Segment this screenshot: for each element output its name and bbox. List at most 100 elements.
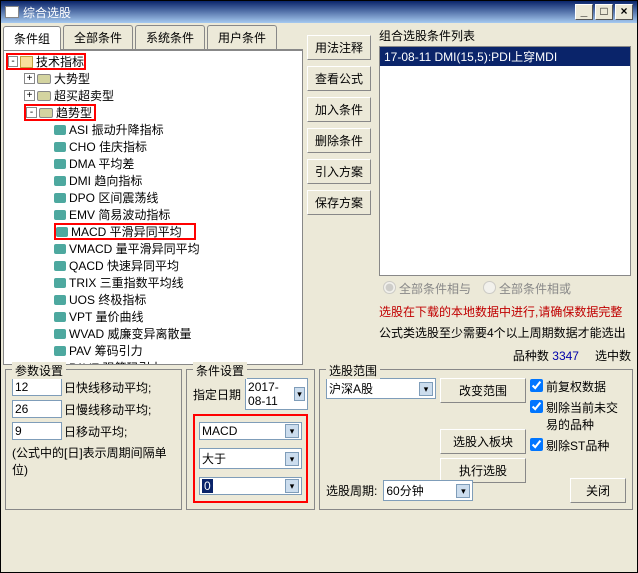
- radio-and[interactable]: 全部条件相与: [383, 280, 471, 297]
- condition-list-item[interactable]: 17-08-11 DMI(15,5):PDI上穿MDI: [380, 47, 630, 66]
- tree-leaf-dpo[interactable]: DPO 区间震荡线: [6, 189, 300, 206]
- value-select[interactable]: 0▾: [199, 477, 302, 495]
- radio-or[interactable]: 全部条件相或: [483, 280, 571, 297]
- collapse-icon[interactable]: -: [26, 107, 37, 118]
- minimize-button[interactable]: _: [575, 4, 593, 20]
- tab-condition-group[interactable]: 条件组: [3, 26, 61, 50]
- folder-icon: [20, 56, 33, 68]
- market-select[interactable]: 沪深A股▾: [326, 378, 436, 399]
- leaf-icon: [54, 244, 66, 254]
- range-group: 选股范围 沪深A股▾ 改变范围 选股入板块 执行选股 前复权数据 剔除当前未交易…: [319, 369, 633, 510]
- leaf-icon: [54, 176, 66, 186]
- tab-bar: 条件组 全部条件 系统条件 用户条件: [3, 25, 303, 50]
- leaf-icon: [54, 278, 66, 288]
- close-dialog-button[interactable]: 关闭: [570, 478, 626, 503]
- tab-system-conditions[interactable]: 系统条件: [135, 25, 205, 49]
- cycle-label: 选股周期:: [326, 482, 377, 499]
- param-input[interactable]: [12, 422, 62, 440]
- leaf-icon: [56, 227, 68, 237]
- indicator-tree[interactable]: - 技术指标 +大势型 +超买超卖型 -趋势型 ASI 振动升降指标CHO 佳庆…: [3, 50, 303, 365]
- formula-note: 公式类选股至少需要4个以上周期数据才能选出: [379, 322, 631, 343]
- cond-title: 条件设置: [193, 362, 247, 379]
- leaf-icon: [54, 142, 66, 152]
- tree-leaf-dmi[interactable]: DMI 趋向指标: [6, 172, 300, 189]
- date-picker[interactable]: 2017-08-11▾: [245, 378, 308, 410]
- tree-leaf-wvad[interactable]: WVAD 威廉变异离散量: [6, 325, 300, 342]
- right-pane: 组合选股条件列表 17-08-11 DMI(15,5):PDI上穿MDI 全部条…: [375, 25, 635, 365]
- condition-list-title: 组合选股条件列表: [379, 27, 631, 44]
- tree-leaf-vpt[interactable]: VPT 量价曲线: [6, 308, 300, 325]
- operator-select[interactable]: 大于▾: [199, 448, 302, 469]
- date-label: 指定日期: [193, 386, 241, 403]
- left-pane: 条件组 全部条件 系统条件 用户条件 - 技术指标 +大势型 +超买超卖型: [3, 25, 303, 365]
- param-label: 日慢线移动平均;: [64, 401, 151, 418]
- condition-list[interactable]: 17-08-11 DMI(15,5):PDI上穿MDI: [379, 46, 631, 276]
- condition-settings-group: 条件设置 指定日期 2017-08-11▾ MACD▾ 大于▾ 0▾: [186, 369, 315, 510]
- tree-group[interactable]: +超买超卖型: [6, 87, 300, 104]
- cycle-select[interactable]: 60分钟▾: [383, 480, 473, 501]
- selected-count-label: 选中数: [595, 347, 631, 364]
- chevron-down-icon: ▾: [419, 382, 433, 396]
- tree-leaf-trix[interactable]: TRIX 三重指数平均线: [6, 274, 300, 291]
- param-input[interactable]: [12, 400, 62, 418]
- chevron-down-icon: ▾: [285, 479, 299, 493]
- variety-count-value: 3347: [552, 349, 579, 363]
- tree-leaf-vmacd[interactable]: VMACD 量平滑异同平均: [6, 240, 300, 257]
- tree-root-label: 技术指标: [36, 53, 84, 70]
- usage-button[interactable]: 用法注释: [307, 35, 371, 60]
- chevron-down-icon: ▾: [285, 424, 299, 438]
- leaf-icon: [54, 210, 66, 220]
- key-icon: [39, 108, 53, 118]
- change-range-button[interactable]: 改变范围: [440, 378, 526, 403]
- tree-group-trend[interactable]: -趋势型: [24, 104, 96, 121]
- titlebar: 综合选股 _ □ ×: [1, 1, 637, 23]
- delete-condition-button[interactable]: 删除条件: [307, 128, 371, 153]
- expand-icon[interactable]: +: [24, 73, 35, 84]
- chk-adjust[interactable]: 前复权数据: [530, 378, 626, 395]
- chevron-down-icon: ▾: [456, 484, 470, 498]
- import-plan-button[interactable]: 引入方案: [307, 159, 371, 184]
- expand-icon[interactable]: +: [24, 90, 35, 101]
- window-title: 综合选股: [23, 4, 71, 21]
- tab-user-conditions[interactable]: 用户条件: [207, 25, 277, 49]
- tree-leaf-dma[interactable]: DMA 平均差: [6, 155, 300, 172]
- leaf-icon: [54, 125, 66, 135]
- param-input[interactable]: [12, 378, 62, 396]
- app-icon: [5, 6, 19, 18]
- action-buttons: 用法注释 查看公式 加入条件 删除条件 引入方案 保存方案: [303, 25, 375, 365]
- add-condition-button[interactable]: 加入条件: [307, 97, 371, 122]
- chevron-down-icon: ▾: [285, 452, 299, 466]
- key-icon: [37, 74, 51, 84]
- tree-leaf-qacd[interactable]: QACD 快速异同平均: [6, 257, 300, 274]
- param-title: 参数设置: [12, 362, 66, 379]
- tree-leaf-cho[interactable]: CHO 佳庆指标: [6, 138, 300, 155]
- leaf-icon: [54, 261, 66, 271]
- range-title: 选股范围: [326, 362, 380, 379]
- save-plan-button[interactable]: 保存方案: [307, 190, 371, 215]
- key-icon: [37, 91, 51, 101]
- tree-root[interactable]: - 技术指标: [6, 53, 86, 70]
- view-formula-button[interactable]: 查看公式: [307, 66, 371, 91]
- tree-leaf-emv[interactable]: EMV 简易波动指标: [6, 206, 300, 223]
- tree-leaf-pav[interactable]: PAV 筹码引力: [6, 342, 300, 359]
- leaf-icon: [54, 295, 66, 305]
- variety-count-label: 品种数: [513, 349, 549, 363]
- chk-remove-untraded[interactable]: 剔除当前未交易的品种: [530, 399, 626, 433]
- add-to-block-button[interactable]: 选股入板块: [440, 429, 526, 454]
- indicator-select[interactable]: MACD▾: [199, 422, 302, 440]
- leaf-icon: [54, 159, 66, 169]
- collapse-icon[interactable]: -: [8, 56, 18, 67]
- tree-group[interactable]: +大势型: [6, 70, 300, 87]
- chk-remove-st[interactable]: 剔除ST品种: [530, 437, 626, 454]
- leaf-icon: [54, 312, 66, 322]
- tree-leaf-macd[interactable]: MACD 平滑异同平均: [54, 223, 196, 240]
- tree-leaf-asi[interactable]: ASI 振动升降指标: [6, 121, 300, 138]
- leaf-icon: [54, 346, 66, 356]
- maximize-button[interactable]: □: [595, 4, 613, 20]
- param-note: (公式中的[日]表示周期间隔单位): [12, 444, 175, 478]
- tree-leaf-uos[interactable]: UOS 终极指标: [6, 291, 300, 308]
- data-warning: 选股在下载的本地数据中进行,请确保数据完整: [379, 301, 631, 322]
- tab-all-conditions[interactable]: 全部条件: [63, 25, 133, 49]
- param-group: 参数设置 日快线移动平均;日慢线移动平均;日移动平均; (公式中的[日]表示周期…: [5, 369, 182, 510]
- close-button[interactable]: ×: [615, 4, 633, 20]
